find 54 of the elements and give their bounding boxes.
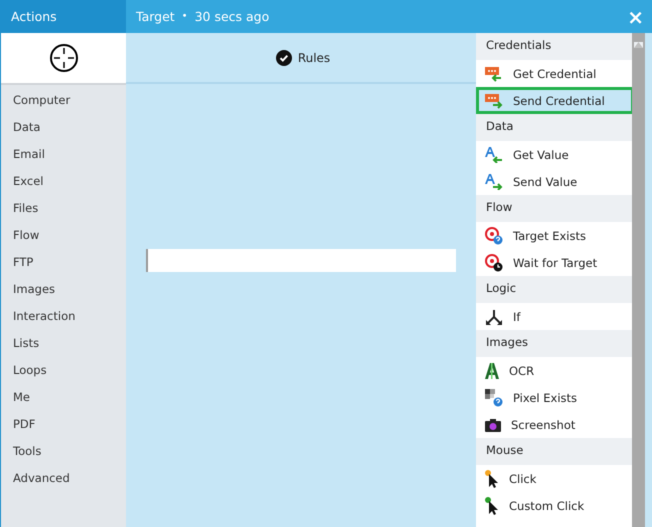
- action-item[interactable]: OCR: [476, 357, 632, 384]
- branch-icon: [485, 308, 503, 324]
- panel-title: Actions: [11, 9, 57, 24]
- category-item[interactable]: Excel: [1, 168, 126, 195]
- cursor-click-icon: [485, 496, 499, 514]
- action-item[interactable]: Click: [476, 465, 632, 492]
- target-title: Target: [136, 9, 175, 24]
- action-item[interactable]: Screenshot: [476, 411, 632, 438]
- target-clock-icon: [485, 254, 503, 272]
- section-header: Data: [476, 114, 632, 141]
- section-header: Images: [476, 330, 632, 357]
- action-item[interactable]: Send Value: [476, 168, 632, 195]
- scroll-up-icon[interactable]: [634, 42, 643, 48]
- category-item[interactable]: Data: [1, 114, 126, 141]
- category-item[interactable]: PDF: [1, 411, 126, 438]
- category-item[interactable]: Tools: [1, 438, 126, 465]
- section-header: Mouse: [476, 438, 632, 465]
- category-item[interactable]: Images: [1, 276, 126, 303]
- action-item[interactable]: Send Credential: [476, 87, 634, 114]
- camera-icon: [485, 418, 501, 432]
- category-item[interactable]: Files: [1, 195, 126, 222]
- rules-tab[interactable]: Rules: [270, 46, 336, 70]
- section-header: Flow: [476, 195, 632, 222]
- ocr-letter-icon: [485, 362, 499, 378]
- category-item[interactable]: Lists: [1, 330, 126, 357]
- category-item[interactable]: Loops: [1, 357, 126, 384]
- section-header: Credentials: [476, 33, 632, 60]
- section-header: Logic: [476, 276, 632, 303]
- action-item[interactable]: Wait for Target: [476, 249, 632, 276]
- category-item[interactable]: Interaction: [1, 303, 126, 330]
- action-item[interactable]: Get Credential: [476, 60, 632, 87]
- timestamp: 30 secs ago: [194, 9, 270, 24]
- category-item[interactable]: Computer: [1, 87, 126, 114]
- action-item[interactable]: Custom Click: [476, 492, 632, 519]
- rule-input-field[interactable]: [146, 249, 456, 272]
- category-item[interactable]: Me: [1, 384, 126, 411]
- value-send-icon: [485, 173, 503, 190]
- category-item[interactable]: Flow: [1, 222, 126, 249]
- password-send-icon: [485, 92, 503, 108]
- action-item[interactable]: Target Exists: [476, 222, 632, 249]
- target-question-icon: [485, 226, 503, 244]
- action-item[interactable]: Pixel Exists: [476, 384, 632, 411]
- check-icon: [276, 50, 292, 66]
- category-item[interactable]: Email: [1, 141, 126, 168]
- value-get-icon: [485, 146, 503, 163]
- action-item[interactable]: Get Value: [476, 141, 632, 168]
- category-item[interactable]: Advanced: [1, 465, 126, 492]
- category-item[interactable]: FTP: [1, 249, 126, 276]
- separator-dot: •: [182, 11, 188, 22]
- pixel-question-icon: [485, 388, 503, 406]
- password-get-icon: [485, 66, 503, 82]
- cursor-click-icon: [485, 470, 499, 488]
- crosshair-icon[interactable]: [48, 43, 78, 73]
- action-item[interactable]: If: [476, 303, 632, 330]
